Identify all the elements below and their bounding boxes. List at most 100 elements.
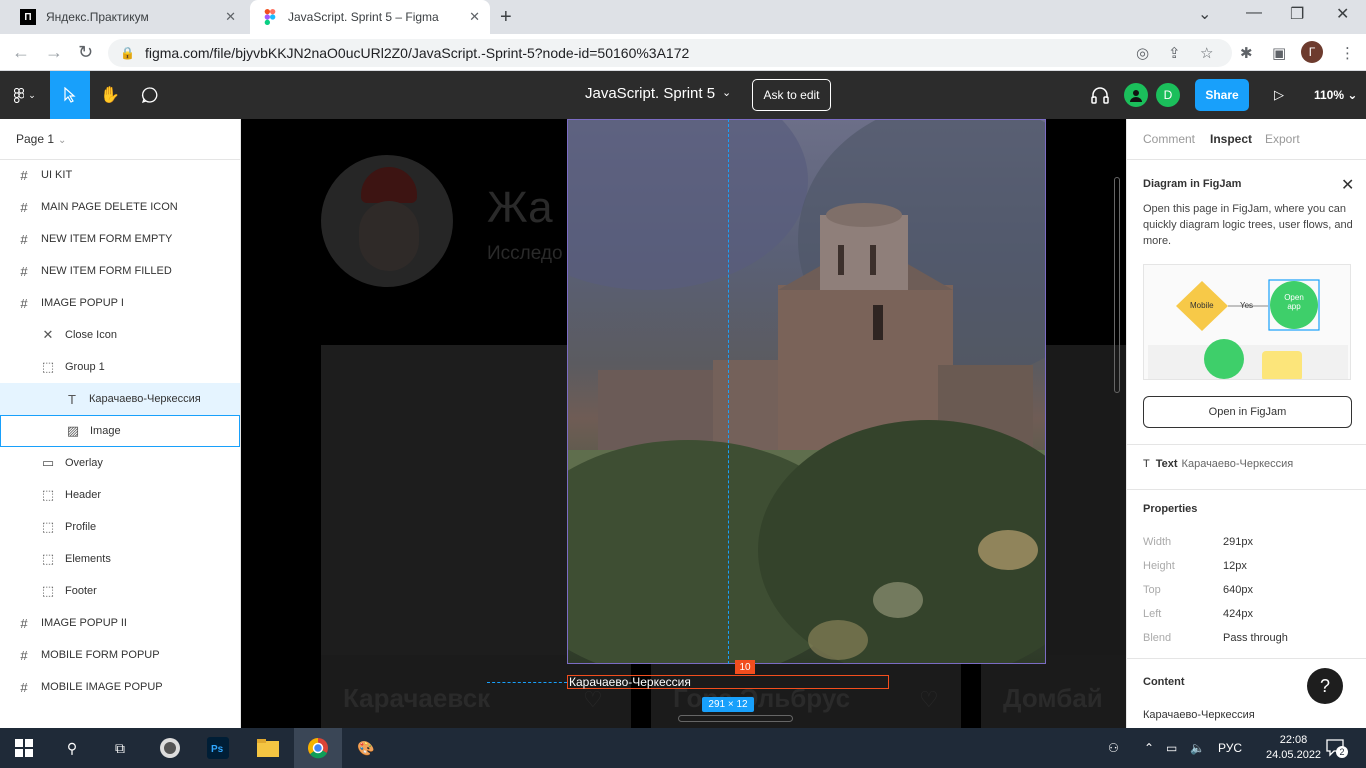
input-language[interactable]: РУС xyxy=(1218,741,1242,755)
chrome-icon[interactable] xyxy=(306,736,330,760)
share-page-icon[interactable]: ⇪ xyxy=(1168,44,1181,62)
close-tab-icon[interactable]: ✕ xyxy=(225,9,236,25)
audio-headphones-icon[interactable] xyxy=(1086,71,1114,119)
layer-item[interactable]: ⬚ Header xyxy=(0,479,240,511)
card-title-dimmed: Домбай xyxy=(1003,683,1103,713)
tab-inspect[interactable]: Inspect xyxy=(1210,132,1252,146)
layer-item[interactable]: # NEW ITEM FORM EMPTY xyxy=(0,223,240,255)
tab-comment[interactable]: Comment xyxy=(1143,132,1195,146)
open-in-figjam-button[interactable]: Open in FigJam xyxy=(1143,396,1352,428)
layer-item[interactable]: ⬚ Profile xyxy=(0,511,240,543)
layer-item[interactable]: ✕ Close Icon xyxy=(0,319,240,351)
horizontal-scrollbar[interactable] xyxy=(678,715,793,722)
profile-avatar[interactable]: Г xyxy=(1301,41,1323,63)
forward-icon[interactable]: → xyxy=(45,42,63,63)
zoom-level[interactable]: 110% ⌄ xyxy=(1314,88,1357,102)
layer-label: Image xyxy=(90,425,121,437)
frame-icon: # xyxy=(20,263,28,279)
minimize-icon[interactable]: — xyxy=(1246,4,1262,22)
popup-image[interactable] xyxy=(567,119,1046,664)
church-photo-illustration xyxy=(568,120,1045,663)
hide-password-icon[interactable]: ◎ xyxy=(1136,44,1149,62)
chrome-menu-icon[interactable]: ⋮ xyxy=(1340,44,1355,62)
user-avatar[interactable]: D xyxy=(1156,83,1180,107)
property-value[interactable]: 291px xyxy=(1223,536,1253,548)
battery-icon[interactable]: ▭ xyxy=(1166,741,1177,755)
layer-item[interactable]: # MOBILE FORM POPUP xyxy=(0,639,240,671)
tab-search-icon[interactable]: ⌄ xyxy=(1198,4,1211,24)
figma-menu-icon[interactable]: ⌄ xyxy=(0,71,50,119)
page-selector[interactable]: Page 1 ⌄ xyxy=(16,132,66,146)
layer-item[interactable]: ▭ Overlay xyxy=(0,447,240,479)
browser-tab-praktikum[interactable]: П Яндекс.Практикум ✕ xyxy=(8,0,246,34)
property-value[interactable]: Pass through xyxy=(1223,632,1288,644)
paint-app-icon[interactable]: 🎨 xyxy=(354,736,378,760)
layer-item[interactable]: # MAIN PAGE DELETE ICON xyxy=(0,191,240,223)
window-close-icon[interactable]: ✕ xyxy=(1336,4,1349,24)
layer-label: IMAGE POPUP I xyxy=(41,297,124,309)
layer-item[interactable]: # MOBILE IMAGE POPUP xyxy=(0,671,240,703)
move-tool-icon[interactable] xyxy=(50,71,90,119)
layer-item[interactable]: T Карачаево-Черкессия xyxy=(0,383,240,415)
present-play-icon[interactable]: ▷ xyxy=(1266,71,1292,119)
share-button[interactable]: Share xyxy=(1195,79,1249,111)
comment-tool-icon[interactable] xyxy=(130,71,170,119)
close-tab-icon[interactable]: ✕ xyxy=(469,9,480,25)
property-value[interactable]: 12px xyxy=(1223,560,1247,572)
bookmark-star-icon[interactable]: ☆ xyxy=(1200,44,1213,62)
layer-item[interactable]: ⬚ Footer xyxy=(0,575,240,607)
design-canvas[interactable]: Жа Исследо Карачаевск Гора Эльбрус Домба… xyxy=(241,119,1126,728)
sidebar-icon[interactable]: ▣ xyxy=(1272,44,1286,62)
notifications-icon[interactable]: 2 xyxy=(1326,739,1348,758)
browser-tab-figma[interactable]: JavaScript. Sprint 5 – Figma ✕ xyxy=(250,0,490,34)
ask-to-edit-button[interactable]: Ask to edit xyxy=(752,79,831,111)
collaborator-avatar[interactable] xyxy=(1124,83,1148,107)
tray-chevron-icon[interactable]: ⌃ xyxy=(1144,741,1154,755)
url-field[interactable]: 🔒 figma.com/file/bjyvbKKJN2naO0ucURl2Z0/… xyxy=(108,39,1232,67)
close-icon[interactable]: ✕ xyxy=(1341,175,1354,195)
task-view-icon[interactable]: ⧉ xyxy=(108,736,132,760)
layer-label: MAIN PAGE DELETE ICON xyxy=(41,201,178,213)
file-explorer-icon[interactable] xyxy=(256,736,280,760)
spacing-badge: 10 xyxy=(735,660,755,674)
divider xyxy=(1127,489,1366,490)
figjam-diagram-icon xyxy=(1148,279,1348,379)
layer-item[interactable]: # IMAGE POPUP II xyxy=(0,607,240,639)
file-title[interactable]: JavaScript. Sprint 5 xyxy=(585,85,715,102)
back-icon[interactable]: ← xyxy=(12,42,30,63)
search-icon[interactable]: ⚲ xyxy=(60,736,84,760)
file-menu-chevron-icon[interactable]: ⌄ xyxy=(722,86,731,99)
profile-avatar-dimmed xyxy=(321,155,453,287)
layer-item[interactable]: # NEW ITEM FORM FILLED xyxy=(0,255,240,287)
layer-item[interactable]: # IMAGE POPUP I xyxy=(0,287,240,319)
property-value[interactable]: 640px xyxy=(1223,584,1253,596)
layer-item[interactable]: # UI KIT xyxy=(0,159,240,191)
vertical-scrollbar[interactable] xyxy=(1114,177,1120,393)
windows-start-icon[interactable] xyxy=(12,736,36,760)
group-icon: ⬚ xyxy=(41,583,55,598)
yandex-browser-icon[interactable] xyxy=(158,736,182,760)
group-icon: ⬚ xyxy=(41,359,55,374)
content-value[interactable]: Карачаево-Черкессия xyxy=(1143,709,1255,721)
layer-item[interactable]: ⬚ Elements xyxy=(0,543,240,575)
hand-tool-icon[interactable]: ✋ xyxy=(90,71,130,119)
layer-label: Close Icon xyxy=(65,329,117,341)
extensions-icon[interactable]: ✱ xyxy=(1240,44,1253,62)
card-title-dimmed: Карачаевск xyxy=(343,683,491,713)
photoshop-icon[interactable]: Ps xyxy=(206,736,230,760)
layer-item[interactable]: ▨ Image xyxy=(0,415,240,447)
tab-export[interactable]: Export xyxy=(1265,132,1300,146)
reload-icon[interactable]: ↻ xyxy=(78,42,93,63)
like-heart-icon: ♡ xyxy=(919,687,939,712)
people-icon[interactable]: ⚇ xyxy=(1108,741,1119,755)
new-tab-icon[interactable]: + xyxy=(500,6,512,29)
property-value[interactable]: 424px xyxy=(1223,608,1253,620)
divider xyxy=(1127,444,1366,445)
layer-item[interactable]: ⬚ Group 1 xyxy=(0,351,240,383)
help-button[interactable]: ? xyxy=(1307,668,1343,704)
system-clock[interactable]: 22:08 24.05.2022 xyxy=(1266,733,1321,763)
popup-caption[interactable]: Карачаево-Черкессия xyxy=(567,675,889,689)
volume-icon[interactable]: 🔈 xyxy=(1190,741,1205,755)
frame-icon: # xyxy=(20,231,28,247)
maximize-icon[interactable]: ❐ xyxy=(1290,4,1304,24)
